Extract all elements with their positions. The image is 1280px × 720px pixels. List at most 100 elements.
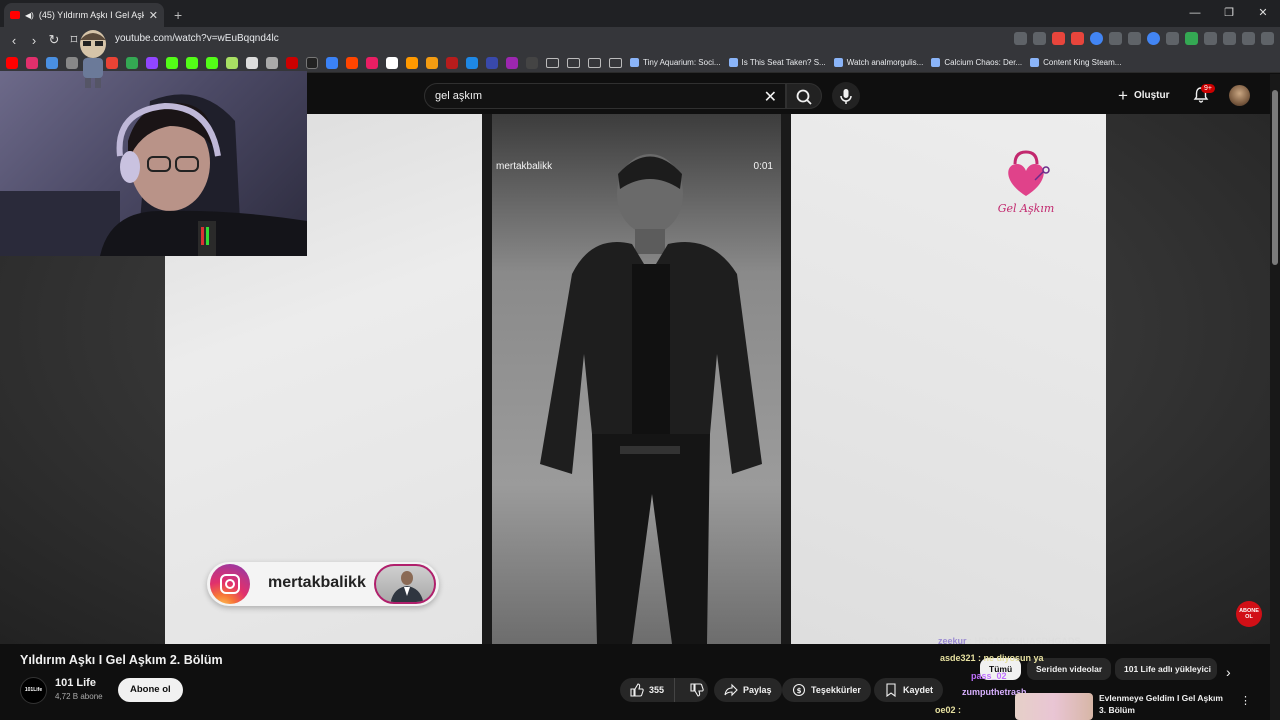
address-bar: ‹ › ↻ ⌑ youtube.com/watch?v=wEuBqqnd4lc (0, 27, 1280, 53)
extension-icon[interactable] (1071, 32, 1084, 45)
thumbs-up-icon (630, 683, 644, 697)
more-options-icon[interactable]: ⋮ (1240, 694, 1251, 707)
bookmark-link[interactable]: Content King Steam... (1030, 58, 1121, 67)
dislike-button[interactable] (680, 678, 714, 702)
kick-bookmark-icon[interactable] (186, 56, 198, 69)
extension-icon[interactable] (1090, 32, 1103, 45)
streamer-webcam (0, 71, 307, 256)
bookmark-icon[interactable] (426, 56, 438, 69)
thanks-label: Teşekkürler (811, 685, 861, 695)
instagram-bookmark-icon[interactable] (26, 56, 38, 69)
playlist-icon[interactable] (1242, 32, 1255, 45)
share-button[interactable]: Paylaş (714, 678, 782, 702)
overlay-time: 0:01 (753, 161, 773, 172)
sidebar-icon[interactable] (1223, 32, 1236, 45)
account-avatar[interactable] (1229, 85, 1250, 106)
drive-bookmark-icon[interactable] (126, 56, 138, 69)
clear-search-icon[interactable]: ✕ (764, 87, 777, 107)
new-tab-button[interactable]: + (174, 3, 182, 27)
kick-bookmark-icon[interactable] (166, 56, 178, 69)
extension-icon[interactable] (1166, 32, 1179, 45)
mascot-sticker-icon (80, 30, 106, 88)
bookmark-link[interactable]: Watch analmorgulis... (834, 58, 924, 67)
recommended-title[interactable]: Evlenmeye Geldim I Gel Aşkım 3. Bölüm (1099, 693, 1231, 717)
youtube-bookmark-icon[interactable] (6, 56, 18, 69)
subscribe-overlay-badge[interactable]: ABONE OL (1236, 601, 1262, 627)
bookmark-link[interactable]: Is This Seat Taken? S... (729, 58, 826, 67)
brave-shield-icon[interactable] (1052, 32, 1065, 45)
share-icon[interactable] (1033, 32, 1046, 45)
voice-search-button[interactable] (832, 82, 860, 110)
bookmark-icon[interactable] (486, 56, 498, 69)
extension-icon[interactable] (1128, 32, 1141, 45)
reload-icon[interactable]: ↻ (44, 32, 64, 48)
chat-user: oe02 (935, 705, 956, 715)
subscribe-button[interactable]: Abone ol (118, 678, 183, 702)
recommended-thumbnail[interactable] (1015, 693, 1093, 720)
thumbs-down-icon (690, 683, 704, 697)
bookmark-link[interactable]: Tiny Aquarium: Soci... (630, 58, 721, 67)
browser-tab[interactable]: ◀) (45) Yıldırım Aşkı I Gel Aşkım ✕ (4, 3, 164, 27)
kick-bookmark-icon[interactable] (206, 56, 218, 69)
back-icon[interactable]: ‹ (4, 33, 24, 48)
bookmark-icon[interactable] (266, 56, 278, 69)
bookmark-icon[interactable] (506, 56, 518, 69)
bookmark-link[interactable]: Calcium Chaos: Der... (931, 58, 1022, 67)
instagram-icon (210, 564, 250, 604)
bookmark-icon[interactable] (366, 56, 378, 69)
reddit-bookmark-icon[interactable] (346, 56, 358, 69)
forward-icon[interactable]: › (24, 33, 44, 48)
menu-icon[interactable] (1261, 32, 1274, 45)
like-count: 355 (649, 685, 665, 695)
channel-name[interactable]: 101 Life (55, 677, 96, 689)
like-button[interactable]: 355 (620, 678, 676, 702)
x-bookmark-icon[interactable] (306, 56, 318, 69)
speaker-icon[interactable]: ◀) (25, 11, 34, 20)
chevron-right-icon[interactable]: › (1226, 664, 1231, 680)
bookmark-icon[interactable] (466, 56, 478, 69)
extension-icon[interactable] (1147, 32, 1160, 45)
amazon-bookmark-icon[interactable] (406, 56, 418, 69)
folder-icon[interactable] (567, 57, 580, 68)
restore-icon[interactable]: ❐ (1212, 0, 1246, 27)
gel-askim-logo: Gel Aşkım (998, 150, 1054, 215)
create-button[interactable]: + Oluştur (1118, 85, 1170, 105)
folder-icon[interactable] (546, 57, 559, 68)
bookmark-icon[interactable] (226, 56, 238, 69)
scrollbar-thumb[interactable] (1272, 90, 1278, 265)
chat-message: asde321 : ne diyosun ya (940, 653, 1044, 663)
bookmarks-bar: Tiny Aquarium: Soci... Is This Seat Take… (0, 53, 1280, 73)
extension-icon[interactable] (1109, 32, 1122, 45)
save-label: Kaydet (903, 685, 934, 695)
folder-icon[interactable] (609, 57, 622, 68)
extension-icons (1014, 32, 1274, 45)
share-label: Paylaş (743, 685, 772, 695)
chip-uploader[interactable]: 101 Life adlı yükleyici (1115, 658, 1217, 680)
extension-icon[interactable] (1185, 32, 1198, 45)
bookmark-icon[interactable] (526, 56, 538, 69)
folder-icon[interactable] (588, 57, 601, 68)
close-tab-icon[interactable]: ✕ (149, 9, 158, 22)
chat-user: pass_02 (971, 671, 1007, 681)
bookmark-icon[interactable] (286, 56, 298, 69)
bookmark-icon[interactable] (386, 56, 398, 69)
instagram-handle: mertakbalikk (268, 574, 366, 591)
search-button[interactable] (786, 83, 822, 109)
save-button[interactable]: Kaydet (874, 678, 944, 702)
thanks-button[interactable]: $ Teşekkürler (782, 678, 871, 702)
puzzle-icon[interactable] (1204, 32, 1217, 45)
search-input[interactable]: gel aşkım ✕ (424, 83, 786, 109)
video-center-panel: mertakbalikk 0:01 (492, 114, 781, 644)
page-scrollbar[interactable] (1270, 74, 1280, 720)
close-window-icon[interactable]: ✕ (1246, 0, 1280, 27)
twitch-bookmark-icon[interactable] (146, 56, 158, 69)
bookmark-icon[interactable] (246, 56, 258, 69)
channel-avatar[interactable]: 101Life (20, 677, 47, 704)
minimize-icon[interactable]: — (1178, 0, 1212, 27)
chat-message: pass_02 (971, 671, 1007, 681)
bookmark-icon[interactable] (326, 56, 338, 69)
url-field[interactable]: youtube.com/watch?v=wEuBqqnd4lc (115, 33, 279, 44)
cast-icon[interactable] (1014, 32, 1027, 45)
bookmark-icon[interactable] (446, 56, 458, 69)
bookmark-icon[interactable] (46, 56, 58, 69)
